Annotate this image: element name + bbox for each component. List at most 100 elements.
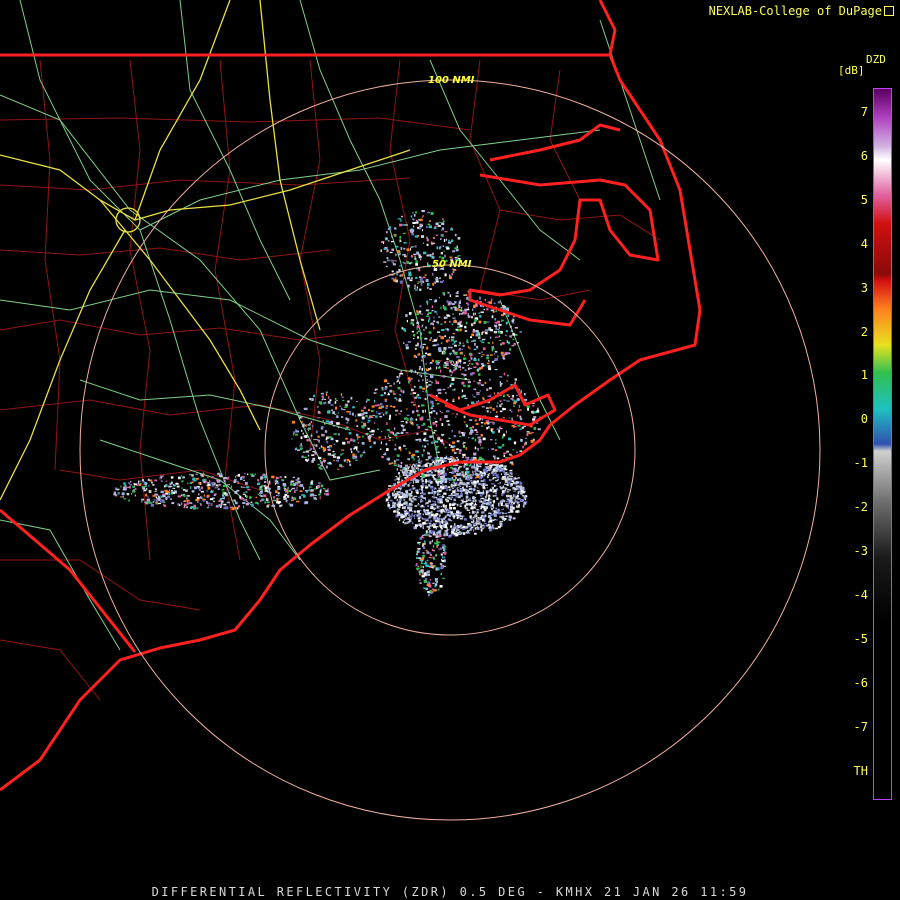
echo-pixel bbox=[340, 393, 343, 396]
echo-pixel bbox=[466, 509, 470, 511]
echo-pixel bbox=[444, 273, 447, 277]
echo-pixel bbox=[437, 451, 440, 453]
echo-pixel bbox=[333, 433, 337, 435]
echo-pixel bbox=[303, 486, 305, 490]
albemarle-shore bbox=[489, 123, 621, 162]
legend-tick: -4 bbox=[853, 587, 868, 602]
echo-pixel bbox=[309, 422, 311, 426]
echo-pixel bbox=[509, 335, 511, 338]
echo-pixel bbox=[447, 468, 449, 471]
echo-pixel bbox=[422, 346, 424, 349]
echo-pixel bbox=[420, 313, 423, 315]
echo-pixel bbox=[492, 341, 494, 345]
echo-pixel bbox=[474, 429, 477, 431]
echo-pixel bbox=[446, 398, 448, 401]
echo-pixel bbox=[155, 499, 159, 502]
echo-pixel bbox=[422, 554, 425, 558]
echo-pixel bbox=[276, 482, 279, 485]
echo-pixel bbox=[449, 520, 453, 522]
echo-pixel bbox=[443, 352, 446, 355]
echo-pixel bbox=[279, 476, 282, 478]
echo-pixel bbox=[516, 451, 518, 454]
echo-pixel bbox=[455, 494, 459, 498]
echo-pixel bbox=[515, 510, 519, 513]
echo-pixel bbox=[423, 492, 426, 495]
echo-pixel bbox=[416, 372, 419, 375]
echo-pixel bbox=[421, 424, 424, 426]
echo-pixel bbox=[494, 518, 496, 520]
echo-pixel bbox=[380, 394, 384, 397]
echo-pixel bbox=[397, 504, 400, 506]
echo-pixel bbox=[498, 326, 500, 330]
echo-pixel bbox=[480, 525, 483, 529]
echo-pixel bbox=[428, 384, 432, 386]
echo-pixel bbox=[336, 459, 339, 462]
echo-pixel bbox=[426, 283, 430, 286]
echo-pixel bbox=[216, 485, 219, 489]
echo-pixel bbox=[418, 254, 421, 257]
echo-pixel bbox=[428, 529, 432, 533]
echo-pixel bbox=[469, 479, 473, 482]
echo-pixel bbox=[409, 262, 412, 265]
echo-pixel bbox=[458, 349, 461, 351]
echo-pixel bbox=[299, 484, 304, 487]
echo-pixel bbox=[301, 494, 305, 496]
echo-pixel bbox=[439, 470, 441, 473]
echo-pixel bbox=[410, 371, 413, 373]
echo-pixel bbox=[436, 493, 439, 496]
echo-pixel bbox=[257, 479, 260, 482]
echo-pixel bbox=[411, 377, 413, 380]
echo-pixel bbox=[158, 497, 161, 500]
echo-pixel bbox=[506, 498, 510, 501]
echo-pixel bbox=[438, 388, 442, 392]
echo-pixel bbox=[428, 311, 432, 315]
echo-pixel bbox=[479, 491, 484, 494]
echo-pixel bbox=[470, 356, 472, 358]
echo-pixel bbox=[473, 529, 475, 532]
echo-pixel bbox=[437, 362, 440, 364]
echo-pixel bbox=[518, 503, 520, 506]
echo-pixel bbox=[502, 508, 504, 510]
echo-pixel bbox=[478, 482, 481, 485]
echo-pixel bbox=[318, 439, 320, 443]
echo-pixel bbox=[404, 501, 408, 505]
echo-pixel bbox=[397, 464, 400, 467]
echo-pixel bbox=[457, 237, 461, 240]
echo-pixel bbox=[291, 499, 294, 501]
echo-pixel bbox=[487, 301, 491, 303]
echo-pixel bbox=[503, 372, 506, 376]
echo-pixel bbox=[424, 428, 429, 430]
echo-pixel bbox=[426, 254, 430, 257]
echo-pixel bbox=[469, 529, 472, 531]
echo-pixel bbox=[176, 485, 180, 488]
echo-pixel bbox=[226, 501, 230, 504]
echo-pixel bbox=[507, 476, 509, 478]
echo-pixel bbox=[340, 466, 345, 468]
echo-pixel bbox=[459, 485, 461, 487]
echo-pixel bbox=[386, 493, 390, 497]
echo-pixel bbox=[352, 455, 356, 458]
echo-pixel bbox=[458, 533, 461, 535]
echo-pixel bbox=[332, 411, 335, 415]
echo-pixel bbox=[154, 491, 157, 492]
echo-pixel bbox=[493, 302, 496, 305]
echo-pixel bbox=[427, 262, 429, 265]
echo-pixel bbox=[440, 567, 444, 570]
echo-pixel bbox=[497, 525, 501, 529]
echo-pixel bbox=[441, 495, 444, 497]
echo-pixel bbox=[447, 458, 452, 460]
echo-pixel bbox=[203, 480, 206, 483]
echo-pixel bbox=[426, 470, 430, 474]
echo-pixel bbox=[426, 559, 429, 562]
echo-pixel bbox=[414, 289, 418, 291]
echo-pixel bbox=[431, 441, 434, 444]
echo-pixel bbox=[121, 492, 125, 496]
echo-pixel bbox=[274, 482, 276, 485]
echo-pixel bbox=[417, 464, 421, 467]
echo-pixel bbox=[413, 225, 415, 228]
echo-pixel bbox=[433, 507, 437, 509]
echo-pixel bbox=[473, 388, 475, 390]
echo-pixel bbox=[487, 448, 489, 451]
echo-pixel bbox=[475, 517, 478, 520]
echo-pixel bbox=[489, 378, 491, 381]
